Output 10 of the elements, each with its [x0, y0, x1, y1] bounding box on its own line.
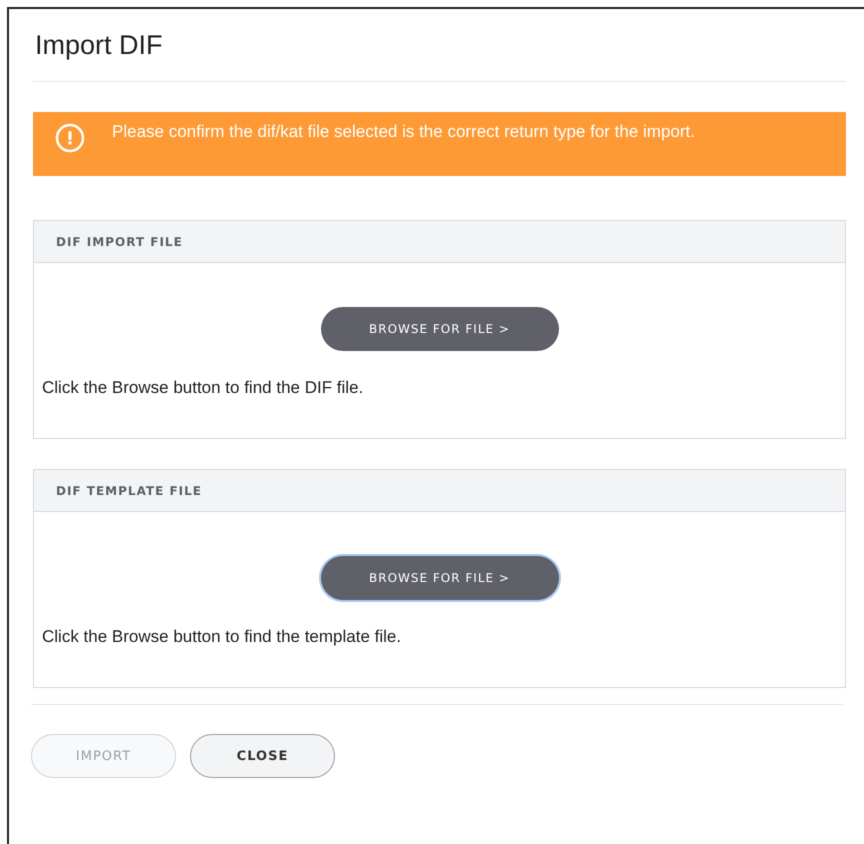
warning-message: Please confirm the dif/kat file selected is the correct return type for the import. — [112, 122, 696, 141]
hint-text: Click the Browse button to find the DIF file. — [42, 378, 364, 398]
section-heading: DIF TEMPLATE FILE — [34, 470, 845, 512]
dialog-title: Import DIF — [33, 9, 846, 82]
hint-text: Click the Browse button to find the template file. — [42, 627, 402, 647]
exclamation-icon: ! — [55, 123, 85, 153]
browse-button[interactable]: BROWSE FOR FILE > — [320, 556, 558, 600]
close-button[interactable]: CLOSE — [190, 734, 335, 778]
browse-button[interactable]: BROWSE FOR FILE > — [320, 307, 558, 351]
section-heading: DIF IMPORT FILE — [34, 221, 845, 263]
